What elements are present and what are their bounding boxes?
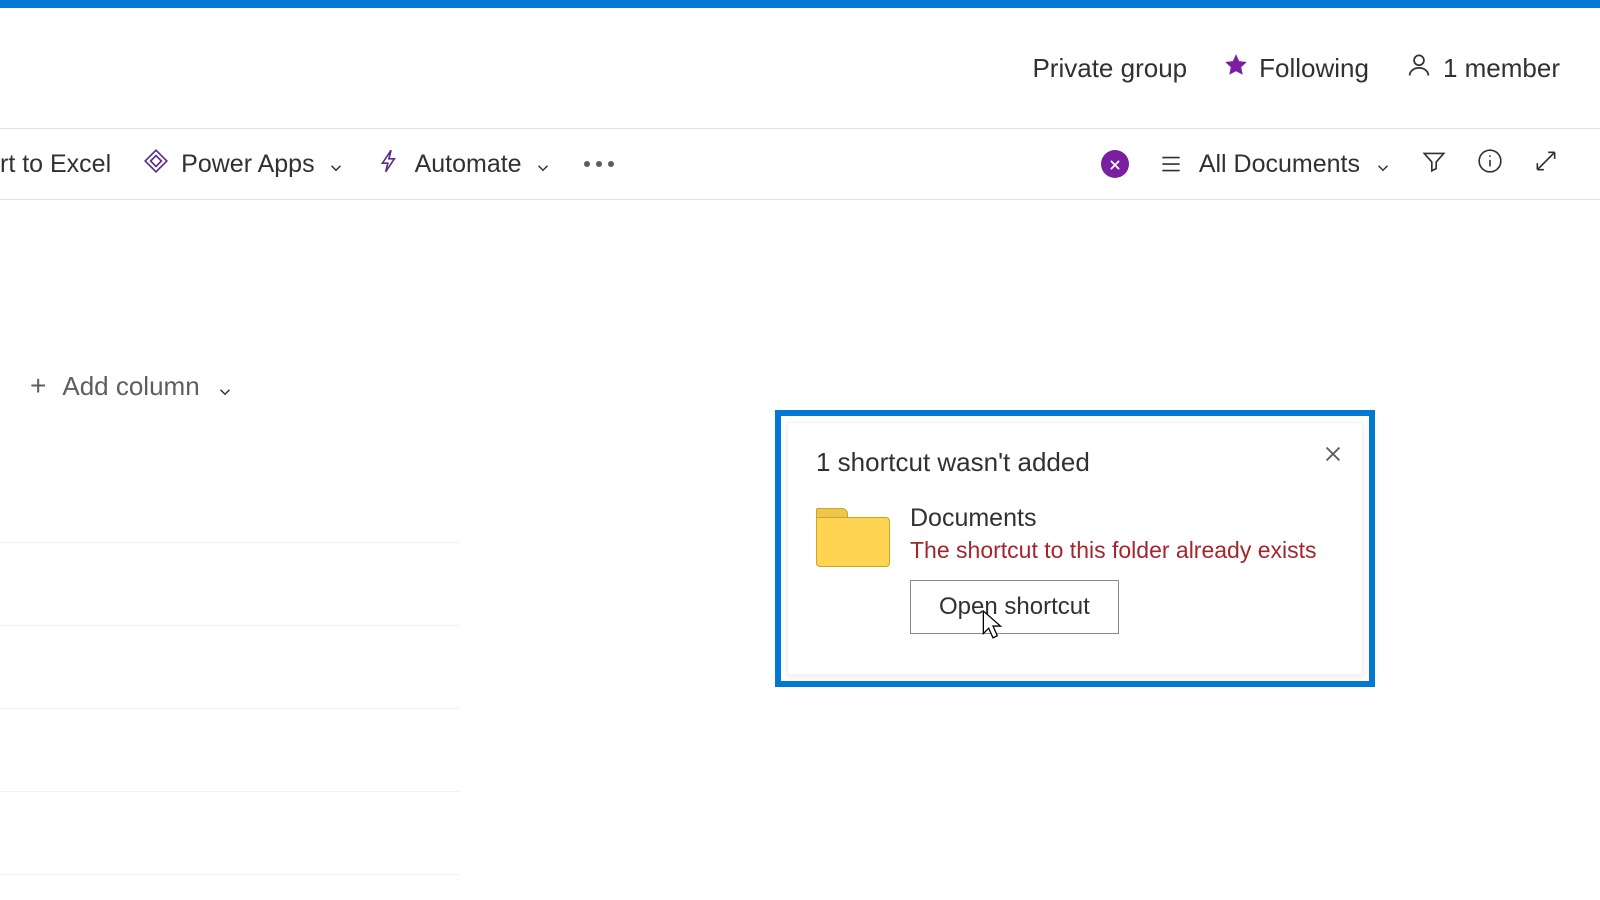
callout-title: 1 shortcut wasn't added (816, 447, 1334, 478)
page-container: Private group Following 1 member rt to E… (0, 8, 1600, 200)
power-apps-icon (143, 148, 169, 181)
command-bar-right: All Documents (1101, 150, 1560, 179)
export-excel-label: rt to Excel (0, 150, 111, 179)
clear-selection-button[interactable] (1101, 150, 1129, 178)
star-icon (1223, 52, 1249, 85)
command-bar-left: rt to Excel Power Apps Automate (0, 148, 614, 181)
group-privacy-text: Private group (1032, 53, 1187, 84)
add-column-button[interactable]: + Add column (30, 370, 234, 402)
more-commands-button[interactable] (584, 161, 614, 167)
power-apps-label: Power Apps (181, 150, 314, 179)
chevron-down-icon (327, 155, 345, 173)
list-row (0, 543, 460, 626)
members-count-label: 1 member (1443, 53, 1560, 84)
chevron-down-icon (216, 377, 234, 395)
callout-error-message: The shortcut to this folder already exis… (910, 537, 1334, 564)
following-label: Following (1259, 53, 1369, 84)
members-button[interactable]: 1 member (1405, 51, 1560, 86)
view-selector-label: All Documents (1199, 150, 1360, 179)
list-row (0, 792, 460, 875)
callout-body: Documents The shortcut to this folder al… (816, 504, 1334, 634)
shortcut-error-callout: 1 shortcut wasn't added Documents The sh… (787, 422, 1363, 675)
expand-button[interactable] (1532, 150, 1560, 178)
list-row (0, 460, 460, 543)
site-header: Private group Following 1 member (0, 8, 1600, 128)
automate-label: Automate (415, 150, 522, 179)
list-icon (1157, 150, 1185, 178)
automate-button[interactable]: Automate (377, 148, 552, 181)
close-icon (1108, 150, 1122, 179)
chevron-down-icon (534, 155, 552, 173)
following-toggle[interactable]: Following (1223, 52, 1369, 85)
view-selector[interactable]: All Documents (1157, 150, 1392, 179)
group-privacy-label: Private group (1032, 53, 1187, 84)
callout-highlight-frame: 1 shortcut wasn't added Documents The sh… (775, 410, 1375, 687)
open-shortcut-button[interactable]: Open shortcut (910, 580, 1119, 634)
callout-close-button[interactable] (1322, 443, 1344, 470)
filter-icon (1421, 148, 1447, 181)
automate-icon (377, 148, 403, 181)
plus-icon: + (30, 370, 46, 402)
chevron-down-icon (1374, 155, 1392, 173)
callout-item-name: Documents (910, 504, 1334, 533)
info-button[interactable] (1476, 150, 1504, 178)
info-icon (1477, 148, 1503, 181)
filter-button[interactable] (1420, 150, 1448, 178)
add-column-label: Add column (62, 371, 199, 402)
export-excel-button[interactable]: rt to Excel (0, 150, 111, 179)
list-row (0, 709, 460, 792)
power-apps-button[interactable]: Power Apps (143, 148, 344, 181)
person-icon (1405, 51, 1433, 86)
suite-top-bar (0, 0, 1600, 8)
command-bar: rt to Excel Power Apps Automate (0, 129, 1600, 200)
close-icon (1322, 452, 1344, 469)
folder-icon (816, 508, 888, 564)
expand-icon (1533, 148, 1559, 181)
list-row (0, 626, 460, 709)
list-rows-placeholder (0, 460, 460, 875)
